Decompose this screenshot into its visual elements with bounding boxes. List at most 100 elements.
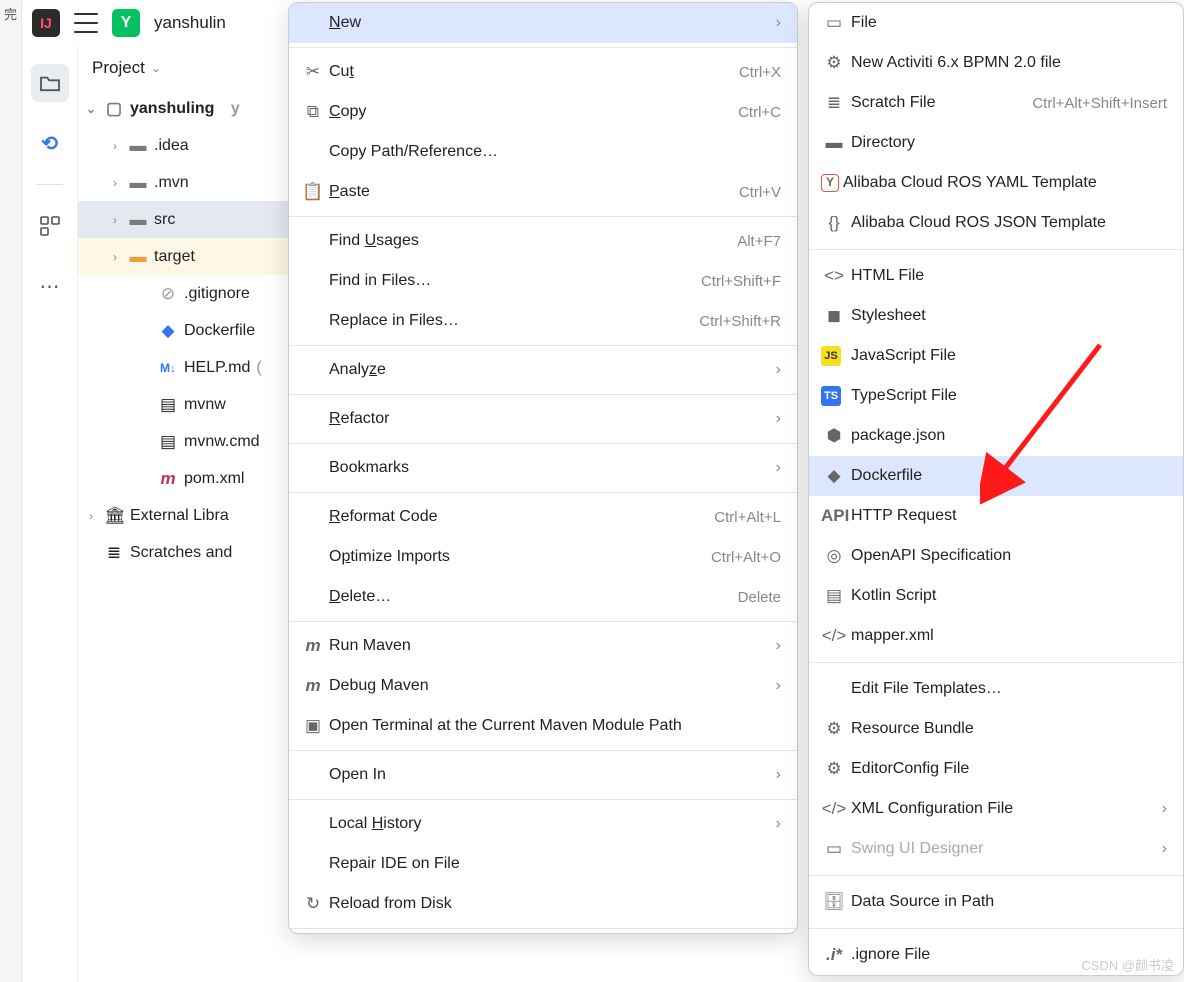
menu-label: Edit File Templates… [851,680,1167,698]
database-icon: 🗄 [821,892,847,912]
menu-label: Find Usages [329,232,737,250]
file-icon: ⊘ [158,284,178,304]
tree-item-HELP-md[interactable]: ·M↓HELP.md ( [78,349,288,386]
menu-debug-maven[interactable]: mDebug Maven› [289,666,797,706]
tree-item-mvnw[interactable]: ·▤mvnw [78,386,288,423]
tree-item--mvn[interactable]: ›▬.mvn [78,164,288,201]
menu-new[interactable]: ·New› [289,3,797,43]
newmenu-html-file[interactable]: <>HTML File [809,256,1183,296]
menu-local-history[interactable]: ·Local History› [289,804,797,844]
menu-paste[interactable]: 📋PasteCtrl+V [289,172,797,212]
tree-item-src[interactable]: ›▬src [78,201,288,238]
newmenu-resource-bundle[interactable]: ⚙Resource Bundle [809,709,1183,749]
newmenu-stylesheet[interactable]: ◼Stylesheet [809,296,1183,336]
module-icon: ▢ [104,99,124,119]
newmenu-javascript-file[interactable]: JSJavaScript File [809,336,1183,376]
tree-item-mvnw-cmd[interactable]: ·▤mvnw.cmd [78,423,288,460]
menu-label: Directory [851,134,1167,152]
menu-analyze[interactable]: ·Analyze› [289,350,797,390]
more-tool-icon[interactable]: ⋯ [31,267,69,305]
menu-optimize-imports[interactable]: ·Optimize ImportsCtrl+Alt+O [289,537,797,577]
menu-label: package.json [851,427,1167,445]
maven-icon: m [301,676,325,696]
chevron-right-icon: › [84,509,98,523]
newmenu-dockerfile[interactable]: ◆Dockerfile [809,456,1183,496]
tree-item--idea[interactable]: ›▬.idea [78,127,288,164]
menu-separator [289,928,797,929]
tree-label: .idea [154,137,189,155]
commit-tool-icon[interactable]: ⟲ [31,124,69,162]
project-tree[interactable]: ⌄ ▢ yanshuling y ›▬.idea›▬.mvn›▬src›▬tar… [78,90,288,571]
tree-item-Dockerfile[interactable]: ·◆Dockerfile [78,312,288,349]
chevron-right-icon: › [776,361,781,379]
menu-open-terminal-at-the-current-maven-module-path[interactable]: ▣Open Terminal at the Current Maven Modu… [289,706,797,746]
chevron-right-icon: › [108,250,122,264]
newmenu-alibaba-cloud-ros-yaml-template[interactable]: YAlibaba Cloud ROS YAML Template [809,163,1183,203]
newmenu-directory[interactable]: ▬Directory [809,123,1183,163]
newmenu-kotlin-script[interactable]: ▤Kotlin Script [809,576,1183,616]
menu-copy[interactable]: ⧉CopyCtrl+C [289,92,797,132]
menu-label: Find in Files… [329,272,701,290]
menu-delete-[interactable]: ·Delete…Delete [289,577,797,617]
bpmn-icon: ⚙ [821,53,847,73]
menu-cut[interactable]: ✂CutCtrl+X [289,52,797,92]
tree-root[interactable]: ⌄ ▢ yanshuling y [78,90,288,127]
shortcut: Ctrl+C [738,104,781,121]
menu-label: Open In [329,766,768,784]
newmenu-data-source-in-path[interactable]: 🗄Data Source in Path [809,882,1183,922]
tree-label: target [154,248,195,266]
menu-label: OpenAPI Specification [851,547,1167,565]
project-badge-icon[interactable]: Y [112,9,140,37]
yaml-icon: Y [821,174,839,192]
newmenu-alibaba-cloud-ros-json-template[interactable]: {}Alibaba Cloud ROS JSON Template [809,203,1183,243]
folder-icon: ▬ [128,136,148,156]
menu-open-in[interactable]: ·Open In› [289,755,797,795]
folder-icon: ▬ [128,210,148,230]
menu-reload-from-disk[interactable]: ↻Reload from Disk [289,884,797,924]
menu-separator [289,216,797,217]
menu-run-maven[interactable]: mRun Maven› [289,626,797,666]
menu-find-usages[interactable]: ·Find UsagesAlt+F7 [289,221,797,261]
newmenu-new-activiti-6-x-bpmn-2-0-file[interactable]: ⚙New Activiti 6.x BPMN 2.0 file [809,43,1183,83]
panel-header[interactable]: Project ⌄ [78,46,288,90]
newmenu-openapi-specification[interactable]: ◎OpenAPI Specification [809,536,1183,576]
openapi-icon: ◎ [821,546,847,566]
menu-replace-in-files-[interactable]: ·Replace in Files…Ctrl+Shift+R [289,301,797,341]
menu-find-in-files-[interactable]: ·Find in Files…Ctrl+Shift+F [289,261,797,301]
menu-label: mapper.xml [851,627,1167,645]
project-tool-icon[interactable] [31,64,69,102]
structure-tool-icon[interactable] [31,207,69,245]
menu-label: Kotlin Script [851,587,1167,605]
newmenu-editorconfig-file[interactable]: ⚙EditorConfig File [809,749,1183,789]
newmenu-edit-file-templates-[interactable]: ·Edit File Templates… [809,669,1183,709]
menu-separator [289,443,797,444]
menu-separator [809,928,1183,929]
ide-logo-icon[interactable]: IJ [32,9,60,37]
newmenu-mapper-xml[interactable]: </>mapper.xml [809,616,1183,656]
main-menu-icon[interactable] [74,13,98,33]
chevron-right-icon: › [776,677,781,695]
library-icon: 🏛 [104,506,124,526]
tree-scratches[interactable]: › ≣ Scratches and [78,534,288,571]
menu-copy-path-reference-[interactable]: ·Copy Path/Reference… [289,132,797,172]
menu-label: TypeScript File [851,387,1167,405]
menu-label: Run Maven [329,637,768,655]
newmenu-package-json[interactable]: ⬢package.json [809,416,1183,456]
tree-external-libs[interactable]: › 🏛 External Libra [78,497,288,534]
tree-item-target[interactable]: ›▬target [78,238,288,275]
menu-refactor[interactable]: ·Refactor› [289,399,797,439]
newmenu-http-request[interactable]: APIHTTP Request [809,496,1183,536]
menu-label: JavaScript File [851,347,1167,365]
newmenu-file[interactable]: ▭File [809,3,1183,43]
menu-reformat-code[interactable]: ·Reformat CodeCtrl+Alt+L [289,497,797,537]
menu-repair-ide-on-file[interactable]: ·Repair IDE on File [289,844,797,884]
maven-icon: m [301,636,325,656]
tree-label: External Libra [130,507,229,525]
newmenu-scratch-file[interactable]: ≣Scratch FileCtrl+Alt+Shift+Insert [809,83,1183,123]
newmenu-xml-configuration-file[interactable]: </>XML Configuration File› [809,789,1183,829]
menu-bookmarks[interactable]: ·Bookmarks› [289,448,797,488]
newmenu-swing-ui-designer[interactable]: ▭Swing UI Designer› [809,829,1183,869]
newmenu-typescript-file[interactable]: TSTypeScript File [809,376,1183,416]
tree-item-pom-xml[interactable]: ·mpom.xml [78,460,288,497]
tree-item--gitignore[interactable]: ·⊘.gitignore [78,275,288,312]
